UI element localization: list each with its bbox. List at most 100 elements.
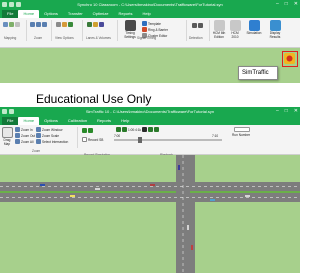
hcm-6th-icon xyxy=(213,20,225,31)
vehicle xyxy=(95,188,100,190)
synchro-ribbon: Mapping Zoom View Options Lanes & Volume… xyxy=(0,18,300,48)
fast-forward-icon xyxy=(154,127,160,132)
synchro-window: Synchro 10 Classroom - C:\Users\bmakino\… xyxy=(0,0,300,48)
detection-tools[interactable] xyxy=(192,23,203,28)
group-label-st-zoom: Zoom xyxy=(32,149,41,153)
time-left-label: 7:00 xyxy=(114,134,121,138)
cross-road-ramp-north xyxy=(185,155,195,182)
record-controls[interactable] xyxy=(82,128,93,133)
node-icon xyxy=(3,22,8,27)
st-close-icon[interactable]: ✕ xyxy=(294,107,298,116)
forward-icon xyxy=(148,127,154,132)
synchro-tab-bar: File Home Options Transfer Optimize Repo… xyxy=(0,9,300,18)
display-results-icon xyxy=(269,20,281,31)
group-label-mapping: Mapping xyxy=(4,36,17,40)
ring-barrier-icon xyxy=(142,27,147,32)
zoom-tools[interactable] xyxy=(30,22,47,27)
tab-optimize[interactable]: Optimize xyxy=(88,10,114,18)
speed-readout: 1:00:4:1k xyxy=(128,127,142,132)
record-sb-label: Record SB xyxy=(88,137,104,142)
tab-options[interactable]: Options xyxy=(39,10,63,18)
ring-barrier-label: Ring & Barrier xyxy=(148,27,169,32)
simtraffic-map-canvas[interactable] xyxy=(0,155,300,273)
play-icon xyxy=(122,127,127,132)
zoom-in-icon xyxy=(30,22,35,27)
st-tab-help[interactable]: Help xyxy=(116,117,134,125)
vehicle xyxy=(40,184,45,186)
grid-icon xyxy=(56,22,61,27)
st-tab-home[interactable]: Home xyxy=(18,117,40,125)
run-number-label: Run Number xyxy=(232,133,251,137)
run-number-field[interactable] xyxy=(234,127,250,132)
volumes-icon xyxy=(93,22,98,27)
timing-settings-icon xyxy=(124,20,136,31)
road-network xyxy=(0,155,300,273)
time-right-label: 7:10 xyxy=(212,134,219,138)
st-tab-calibration[interactable]: Calibration xyxy=(63,117,92,125)
zoom-all-icon xyxy=(42,22,47,27)
vehicle xyxy=(178,165,180,170)
record-sb-checkbox[interactable]: Record SB xyxy=(82,137,103,142)
close-icon[interactable]: ✕ xyxy=(294,0,298,9)
cross-road-ramp-south xyxy=(185,202,195,273)
st-window-title: SimTraffic 10 - C:\Users\bmakino\Documen… xyxy=(85,109,215,114)
maximize-icon[interactable]: □ xyxy=(285,0,288,9)
detector-settings-icon xyxy=(198,23,203,28)
template-label: Template xyxy=(148,21,161,26)
template-button[interactable]: Template xyxy=(142,21,161,26)
mapping-tools[interactable] xyxy=(3,22,20,27)
st-maximize-icon[interactable]: □ xyxy=(285,107,288,116)
detector-icon xyxy=(192,23,197,28)
educational-watermark: Educational Use Only xyxy=(36,92,152,106)
vehicle xyxy=(210,199,215,201)
display-results-button[interactable]: Display Results xyxy=(266,20,284,39)
playback-slider-thumb[interactable] xyxy=(138,137,142,143)
group-label-lanes-volumes: Lanes & Volumes xyxy=(86,36,111,40)
zoom-group: Zoom xyxy=(28,20,52,41)
tab-transfer[interactable]: Transfer xyxy=(63,10,88,18)
vehicle xyxy=(150,184,155,186)
st-minimize-icon[interactable]: – xyxy=(276,107,279,116)
simtraffic-window: SimTraffic 10 - C:\Users\bmakino\Documen… xyxy=(0,107,300,157)
record-seed-icon xyxy=(88,128,93,133)
st-zoom-group: Zoom xyxy=(0,127,78,153)
view-tools[interactable] xyxy=(56,22,73,27)
simtraffic-menu-item[interactable]: SimTraffic xyxy=(238,66,278,80)
group-label-view-options: View Options xyxy=(55,36,74,40)
run-number-input[interactable] xyxy=(234,127,250,132)
group-label-detection: Detection xyxy=(189,36,203,40)
st-tab-reports[interactable]: Reports xyxy=(92,117,116,125)
tab-help[interactable]: Help xyxy=(137,10,155,18)
layer-icon xyxy=(68,22,73,27)
minimize-icon[interactable]: – xyxy=(276,0,279,9)
hcm-2010-button[interactable]: HCM 2010 xyxy=(228,20,242,39)
tab-file[interactable]: File xyxy=(2,10,19,18)
playback-controls[interactable]: 1:00:4:1k xyxy=(116,127,160,132)
vehicle xyxy=(191,245,193,250)
window-title: Synchro 10 Classroom - C:\Users\bmakino\… xyxy=(77,2,223,7)
simtraffic-highlight-box xyxy=(282,51,298,67)
view-options-group: View Options xyxy=(53,20,83,41)
simulation-icon xyxy=(248,20,260,31)
rewind-icon xyxy=(116,127,121,132)
mapping-group: Mapping xyxy=(1,20,27,41)
pause-icon xyxy=(142,127,148,132)
simtraffic-titlebar: SimTraffic 10 - C:\Users\bmakino\Documen… xyxy=(0,107,300,116)
st-tab-file[interactable]: File xyxy=(2,117,19,125)
timing-settings-label: Timing Settings xyxy=(124,31,136,39)
tab-reports[interactable]: Reports xyxy=(113,10,137,18)
simulation-button[interactable]: Simulation xyxy=(244,20,264,36)
vehicle xyxy=(187,225,189,230)
label-icon xyxy=(62,22,67,27)
hcm-2010-label: HCM 2010 xyxy=(231,31,239,39)
hcm-6th-button[interactable]: HCM 6th Edition xyxy=(211,20,227,39)
st-tab-options[interactable]: Options xyxy=(39,117,63,125)
delete-icon xyxy=(15,22,20,27)
playback-slider[interactable] xyxy=(114,137,222,143)
tab-home[interactable]: Home xyxy=(18,10,40,18)
record-sb-check-icon xyxy=(82,137,87,142)
ring-barrier-button[interactable]: Ring & Barrier xyxy=(142,27,168,32)
simtraffic-icon[interactable] xyxy=(283,52,296,65)
vehicle xyxy=(70,195,75,197)
lanes-tools[interactable] xyxy=(87,22,104,27)
